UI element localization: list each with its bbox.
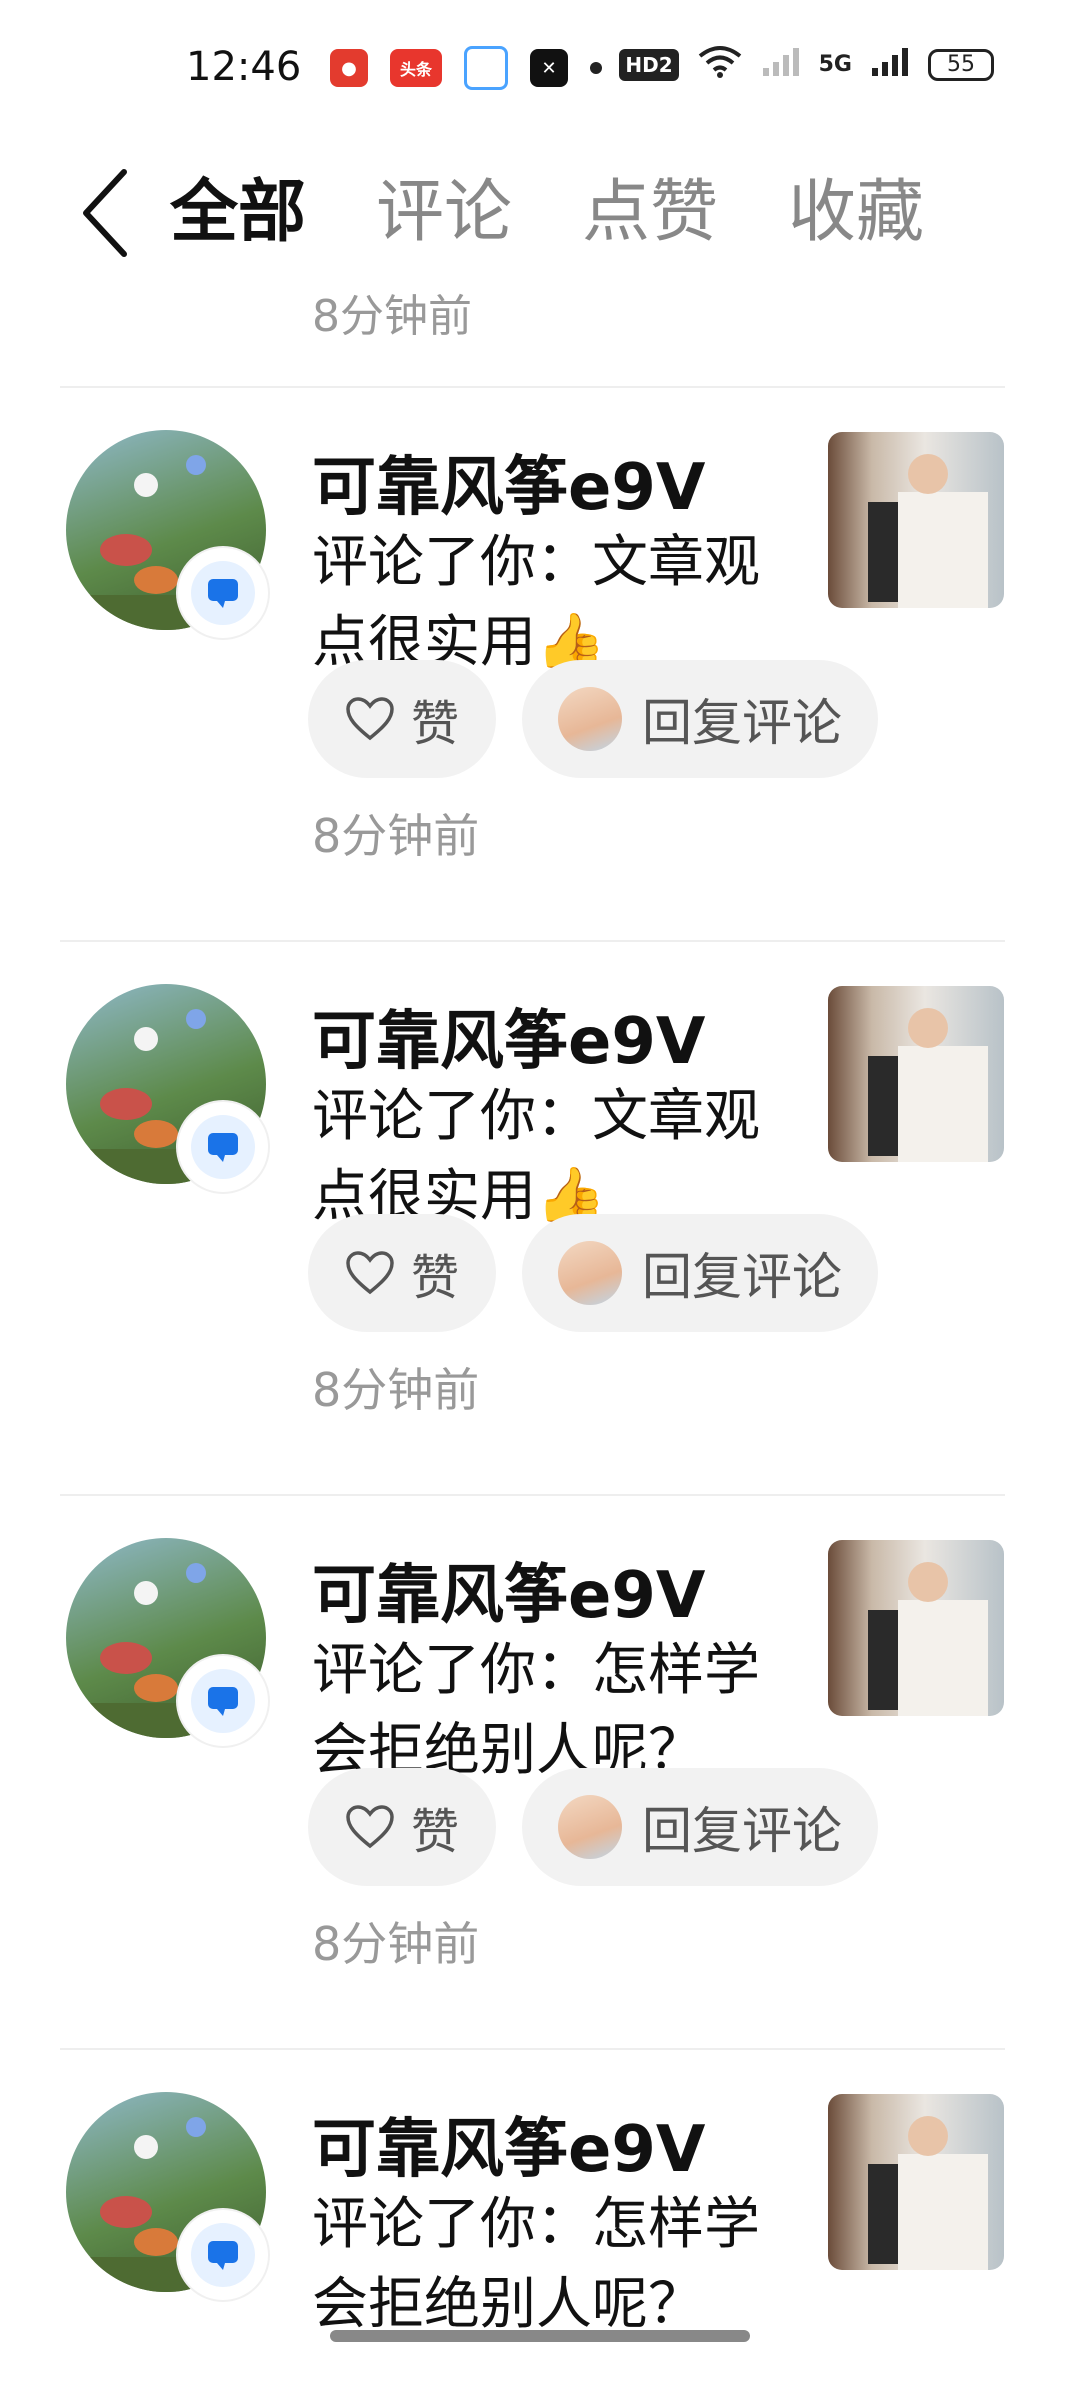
list-item[interactable]: 可靠风筝e9V 评论了你：文章观点很实用👍 赞 回复评论 8分钟前 — [0, 942, 1080, 1502]
comment-icon — [208, 2241, 238, 2270]
comment-text: 评论了你：怎样学会拒绝别人呢？ — [312, 1638, 760, 1783]
like-button[interactable]: 赞 — [308, 660, 496, 778]
signal-1-icon — [761, 44, 801, 85]
weibo-icon: ● — [330, 49, 368, 87]
status-bar: 12:46 ● 头条 ✕ HD2 5G 55 — [0, 0, 1080, 130]
article-thumbnail[interactable] — [828, 2094, 1004, 2270]
battery-icon: 55 — [928, 48, 994, 81]
header: 全部 评论 点赞 收藏 — [0, 140, 1080, 270]
heart-icon — [346, 1805, 394, 1849]
more-notifications-icon — [590, 62, 602, 74]
reply-button[interactable]: 回复评论 — [522, 1214, 878, 1332]
comment-icon — [208, 1133, 238, 1162]
reply-label: 回复评论 — [642, 1248, 842, 1306]
signal-2-icon — [870, 44, 910, 85]
tab-comments[interactable]: 评论 — [376, 158, 512, 268]
like-label: 赞 — [410, 1250, 459, 1306]
reply-label: 回复评论 — [642, 1802, 842, 1860]
like-label: 赞 — [410, 696, 459, 752]
comment-badge — [178, 1656, 268, 1746]
username[interactable]: 可靠风筝e9V — [312, 436, 705, 528]
heart-icon — [346, 697, 394, 741]
my-avatar — [558, 687, 622, 751]
article-thumbnail[interactable] — [828, 432, 1004, 608]
username[interactable]: 可靠风筝e9V — [312, 1544, 705, 1636]
status-time: 12:46 — [186, 44, 302, 90]
toutiao-icon: 头条 — [390, 49, 442, 87]
tab-favorites[interactable]: 收藏 — [788, 158, 924, 268]
article-thumbnail[interactable] — [828, 986, 1004, 1162]
hd-icon: HD2 — [619, 48, 679, 81]
my-avatar — [558, 1241, 622, 1305]
heart-icon — [346, 1251, 394, 1295]
timestamp: 8分钟前 — [312, 1363, 480, 1417]
tab-likes[interactable]: 点赞 — [582, 158, 718, 268]
capcut-icon: ✕ — [530, 49, 568, 87]
list-item[interactable]: 可靠风筝e9V 评论了你：怎样学会拒绝别人呢？ — [0, 2050, 1080, 2350]
gesture-nav-bar[interactable] — [330, 2330, 750, 2342]
back-icon — [83, 169, 127, 257]
reply-button[interactable]: 回复评论 — [522, 660, 878, 778]
article-thumbnail[interactable] — [828, 1540, 1004, 1716]
like-button[interactable]: 赞 — [308, 1214, 496, 1332]
reply-label: 回复评论 — [642, 694, 842, 752]
like-button[interactable]: 赞 — [308, 1768, 496, 1886]
timestamp: 8分钟前 — [312, 291, 472, 342]
app-icon — [464, 46, 508, 90]
comment-text: 评论了你：怎样学会拒绝别人呢？ — [312, 2192, 760, 2337]
list-item[interactable]: 可靠风筝e9V 评论了你：怎样学会拒绝别人呢？ 赞 回复评论 8分钟前 — [0, 1496, 1080, 2056]
comment-text: 评论了你：文章观点很实用👍 — [312, 1084, 760, 1229]
username[interactable]: 可靠风筝e9V — [312, 990, 705, 1082]
wifi-icon — [697, 44, 743, 85]
reply-button[interactable]: 回复评论 — [522, 1768, 878, 1886]
comment-badge — [178, 548, 268, 638]
like-label: 赞 — [410, 1804, 459, 1860]
comment-text: 评论了你：文章观点很实用👍 — [312, 530, 760, 675]
system-icons: HD2 5G 55 — [619, 44, 994, 85]
comment-badge — [178, 2210, 268, 2300]
my-avatar — [558, 1795, 622, 1859]
comment-icon — [208, 579, 238, 608]
comment-badge — [178, 1102, 268, 1192]
timestamp: 8分钟前 — [312, 809, 480, 863]
tab-bar: 全部 评论 点赞 收藏 — [170, 158, 924, 268]
signal-type-label: 5G — [818, 52, 852, 77]
tab-all[interactable]: 全部 — [170, 158, 306, 268]
timestamp: 8分钟前 — [312, 1917, 480, 1971]
username[interactable]: 可靠风筝e9V — [312, 2098, 705, 2190]
back-button[interactable] — [70, 158, 140, 268]
notification-icons: ● 头条 ✕ — [330, 46, 602, 90]
list-item[interactable]: 可靠风筝e9V 评论了你：文章观点很实用👍 赞 回复评论 8分钟前 — [0, 388, 1080, 948]
comment-icon — [208, 1687, 238, 1716]
